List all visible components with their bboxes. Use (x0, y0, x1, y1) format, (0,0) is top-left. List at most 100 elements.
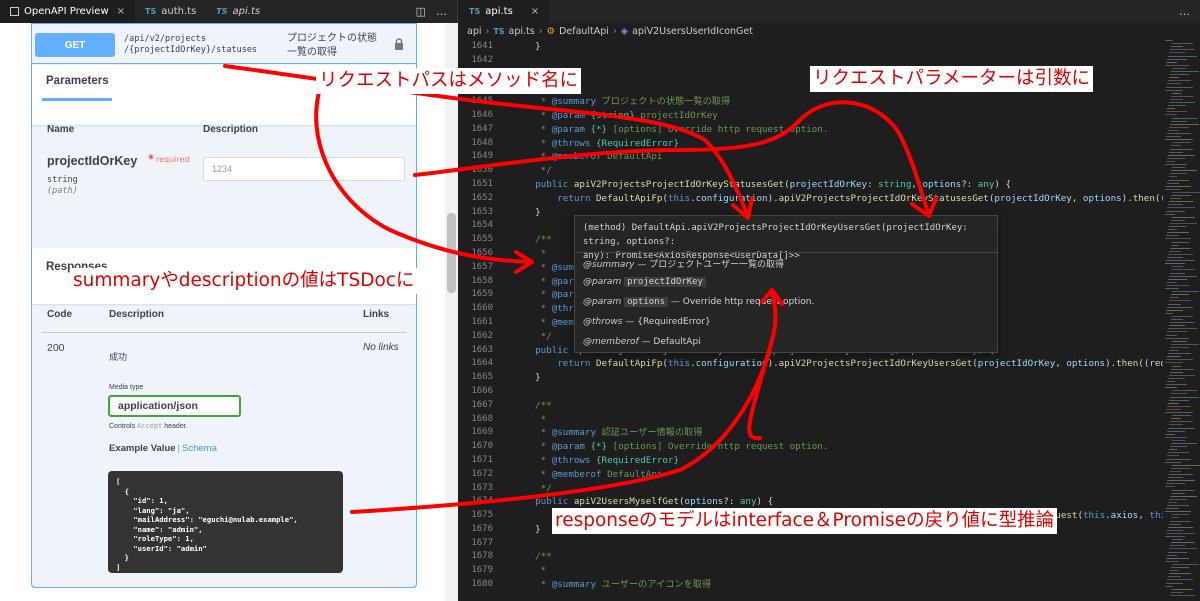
example-tabs: Example Value | Schema (109, 443, 217, 454)
line-number: 1647 (471, 123, 493, 134)
annotation-response-to-type: responseのモデルはinterface＆Promiseの戻り値に型推論 (552, 508, 1058, 534)
line-number: 1678 (471, 551, 493, 562)
minimap-line (1165, 139, 1193, 141)
tab-auth-ts[interactable]: TS auth.ts (135, 0, 206, 23)
column-header-code: Code (47, 309, 72, 320)
tab-label: api.ts (232, 6, 261, 17)
code-line: * @memberof DefaultApi (513, 151, 663, 163)
line-number: 1672 (471, 468, 493, 479)
minimap-line (1166, 111, 1187, 113)
minimap-line (1167, 405, 1191, 407)
tab-api-ts-editor[interactable]: TS api.ts × (459, 0, 550, 23)
annotation-path-to-method: リクエストパスはメソッド名に (316, 68, 582, 94)
hover-tooltip: (method) DefaultApi.apiV2ProjectsProject… (574, 215, 998, 353)
line-number: 1669 (471, 427, 493, 438)
parameter-input[interactable]: 1234 (203, 157, 405, 181)
minimap-line (1170, 520, 1191, 522)
minimap-line (1165, 64, 1189, 66)
breadcrumb-method[interactable]: apiV2UsersUserIdIconGet (632, 26, 753, 37)
minimap-line (1170, 222, 1197, 224)
minimap-line (1169, 201, 1193, 203)
more-actions-icon[interactable]: … (436, 5, 447, 18)
minimap-line (1166, 235, 1179, 237)
minimap-line (1165, 89, 1183, 91)
tab-label: auth.ts (161, 6, 197, 17)
minimap-line (1167, 554, 1177, 556)
lock-icon[interactable] (394, 38, 404, 50)
minimap-line (1168, 501, 1177, 503)
minimap-line (1169, 226, 1187, 227)
tab-example-value[interactable]: Example Value (109, 443, 176, 454)
minimap-line (1172, 241, 1189, 243)
minimap-line (1168, 303, 1181, 305)
minimap-line (1167, 480, 1195, 482)
split-editor-icon[interactable]: ◫ (416, 5, 426, 18)
minimap-line (1172, 315, 1193, 317)
operation-summary-bar[interactable]: GET /api/v2/projects /{projectIdOrKey}/s… (32, 24, 416, 64)
preview-scrollbar[interactable] (445, 23, 458, 601)
breadcrumb-folder[interactable]: api (467, 26, 482, 37)
minimap-line (1171, 269, 1195, 271)
minimap-line (1166, 185, 1191, 187)
minimap[interactable] (1163, 40, 1200, 601)
minimap-line (1168, 278, 1187, 280)
minimap-line (1166, 433, 1175, 435)
media-type-hint: Controls Accept header. (109, 422, 188, 430)
line-number-gutter: 1641164216431644164516461647164816491650… (459, 40, 499, 592)
line-number: 1657 (471, 261, 493, 272)
more-actions-icon[interactable]: … (1179, 5, 1190, 18)
media-type-select[interactable]: application/json (108, 395, 241, 417)
tab-schema[interactable]: Schema (182, 443, 217, 454)
code-line: * @memberof DefaultApi (513, 468, 663, 480)
column-header-response-description: Description (109, 309, 165, 320)
minimap-line (1165, 312, 1173, 314)
breadcrumb-file[interactable]: api.ts (509, 26, 535, 37)
line-number: 1651 (471, 178, 493, 189)
tab-openapi-preview[interactable]: OpenAPI Preview × (0, 0, 136, 23)
code-line: /** (513, 399, 552, 411)
minimap-line (1172, 588, 1193, 590)
divider (575, 252, 997, 253)
minimap-line (1172, 539, 1183, 541)
ts-icon: TS (493, 27, 505, 36)
minimap-line (1167, 455, 1179, 457)
breadcrumb-class[interactable]: DefaultApi (559, 26, 609, 37)
minimap-line (1172, 439, 1185, 441)
minimap-line (1171, 393, 1187, 395)
tab-api-ts[interactable]: TS api.ts (206, 0, 270, 23)
minimap-line (1172, 563, 1199, 565)
minimap-line (1165, 362, 1183, 364)
minimap-line (1168, 328, 1197, 330)
minimap-line (1171, 319, 1183, 320)
minimap-line (1168, 353, 1191, 355)
minimap-line (1168, 179, 1189, 181)
minimap-line (1170, 570, 1179, 572)
close-icon[interactable]: × (117, 6, 125, 17)
preview-icon (10, 7, 19, 16)
minimap-line (1170, 297, 1179, 299)
minimap-line (1169, 548, 1197, 550)
minimap-line (1172, 514, 1189, 516)
minimap-line (1171, 219, 1185, 221)
minimap-line (1172, 92, 1181, 94)
line-number: 1663 (471, 344, 493, 355)
minimap-line (1169, 449, 1177, 451)
code-line: } (513, 372, 541, 384)
response-code: 200 (47, 342, 65, 354)
minimap-line (1167, 133, 1191, 134)
operation-block: GET /api/v2/projects /{projectIdOrKey}/s… (31, 23, 417, 588)
minimap-line (1170, 470, 1181, 472)
minimap-line (1171, 145, 1181, 147)
close-icon[interactable]: × (531, 6, 539, 17)
minimap-line (1168, 154, 1195, 156)
required-label: required (156, 155, 190, 164)
minimap-line (1170, 495, 1197, 497)
ts-icon: TS (145, 7, 157, 16)
minimap-line (1167, 579, 1193, 581)
column-header-description: Description (203, 124, 259, 135)
hover-param-2: @param options — Override http request o… (583, 297, 814, 307)
tab-parameters[interactable]: Parameters (46, 75, 109, 87)
minimap-line (1168, 253, 1193, 255)
minimap-line (1170, 346, 1189, 348)
